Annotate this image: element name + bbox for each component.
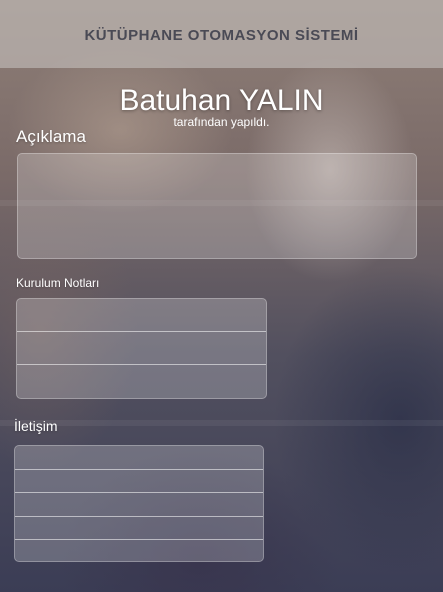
iletisim-row [15, 446, 263, 470]
iletisim-label: İletişim [14, 418, 58, 434]
kurulum-notlari-label: Kurulum Notları [16, 276, 100, 290]
author-name: Batuhan YALIN [119, 84, 324, 117]
aciklama-panel [17, 153, 417, 259]
iletisim-row [15, 540, 263, 561]
kurulum-notlari-panel [16, 298, 267, 399]
author-block: Batuhan YALIN tarafından yapıldı. [0, 84, 443, 129]
iletisim-row [15, 493, 263, 517]
kurulum-note-row [17, 299, 266, 332]
background-shelf [0, 420, 443, 426]
kurulum-note-row [17, 365, 266, 398]
aciklama-label: Açıklama [16, 127, 86, 146]
iletisim-row [15, 517, 263, 540]
app-header: KÜTÜPHANE OTOMASYON SİSTEMİ [0, 0, 443, 68]
iletisim-panel [14, 445, 264, 562]
kurulum-note-row [17, 332, 266, 365]
iletisim-row [15, 470, 263, 493]
app-title: KÜTÜPHANE OTOMASYON SİSTEMİ [84, 26, 359, 44]
